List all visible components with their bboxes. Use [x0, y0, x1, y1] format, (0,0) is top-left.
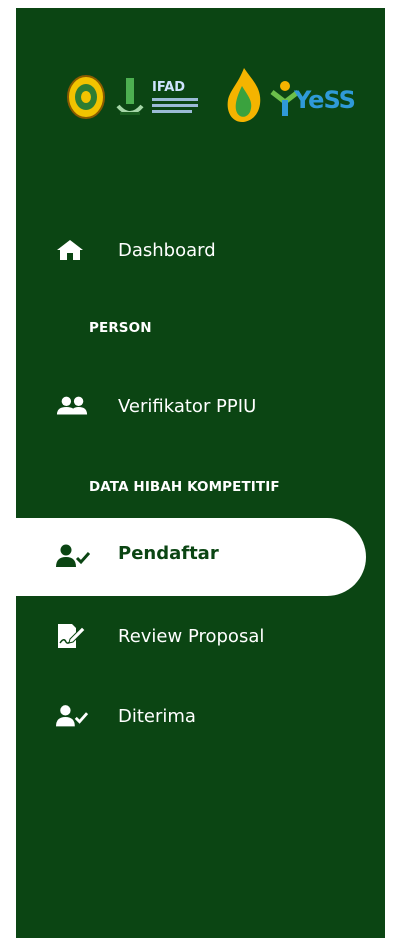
- section-heading-data-hibah: DATA HIBAH KOMPETITIF: [89, 479, 280, 495]
- menu-item-review-proposal[interactable]: Review Proposal: [16, 610, 385, 662]
- menu-item-label: Review Proposal: [118, 625, 265, 647]
- menu-item-pendaftar[interactable]: Pendaftar: [16, 518, 366, 596]
- user-check-icon: [56, 703, 88, 729]
- home-icon: [56, 237, 88, 263]
- yess-logo: YeSS: [270, 80, 360, 120]
- menu-item-dashboard[interactable]: Dashboard: [16, 224, 385, 276]
- menu-item-label: Dashboard: [118, 239, 216, 261]
- menu-item-diterima[interactable]: Diterima: [16, 690, 385, 742]
- logo-strip: IFAD YeSS: [66, 66, 356, 128]
- sidebar: IFAD YeSS Dashboard PERSON Verifikator P…: [16, 8, 385, 938]
- menu-item-verifikator-ppiu[interactable]: Verifikator PPIU: [16, 380, 385, 432]
- ministry-logo: [116, 78, 144, 115]
- menu-item-label: Pendaftar: [118, 543, 219, 564]
- ifad-logo: IFAD: [152, 80, 216, 118]
- file-signature-icon: [56, 623, 88, 649]
- user-check-icon: [56, 544, 91, 573]
- ifad-logo-text: IFAD: [152, 80, 186, 95]
- users-icon: [56, 393, 88, 419]
- university-seal-logo: [67, 75, 105, 119]
- yess-logo-text: YeSS: [294, 86, 356, 114]
- flame-logo: [227, 68, 261, 122]
- menu-item-label: Diterima: [118, 705, 196, 727]
- menu-item-label: Verifikator PPIU: [118, 395, 257, 417]
- section-heading-person: PERSON: [89, 320, 152, 336]
